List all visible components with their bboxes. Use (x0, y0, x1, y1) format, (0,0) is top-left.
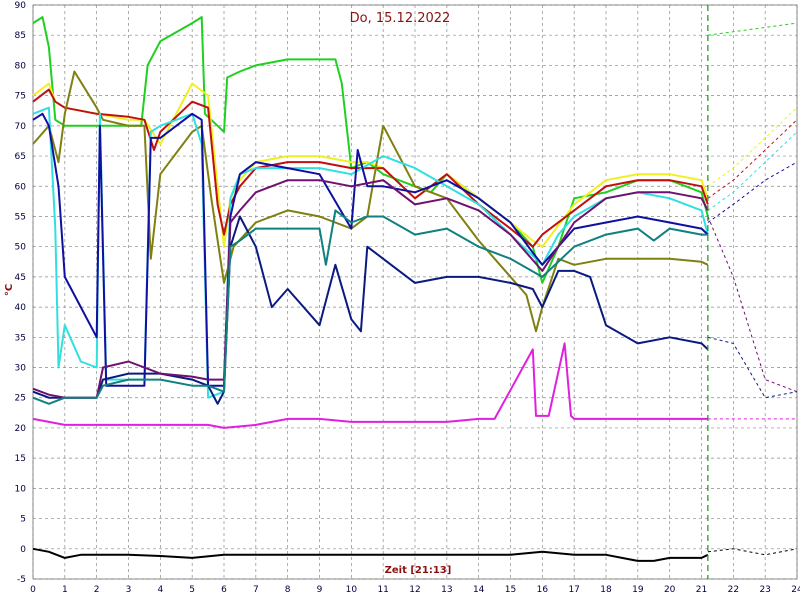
plot-background (0, 0, 800, 600)
temperature-chart: -5051015202530354045505560657075808590 0… (0, 0, 800, 600)
x-tick-label: 20 (664, 585, 676, 595)
y-tick-label: 75 (15, 92, 26, 102)
y-tick-label: 60 (15, 182, 27, 192)
y-tick-label: 90 (15, 1, 27, 11)
x-tick-label: 15 (505, 585, 516, 595)
x-axis-label: Zeit [21:13] (385, 565, 452, 576)
x-tick-label: 14 (473, 585, 485, 595)
y-tick-label: 30 (15, 364, 27, 374)
x-tick-label: 5 (189, 585, 195, 595)
y-tick-label: 40 (15, 303, 27, 313)
x-tick-label: 23 (759, 585, 770, 595)
y-axis-label: °C (4, 284, 15, 296)
x-tick-label: 7 (253, 585, 259, 595)
x-tick-label: 24 (791, 585, 800, 595)
y-tick-label: 25 (15, 394, 26, 404)
x-tick-label: 16 (537, 585, 549, 595)
y-tick-label: 10 (15, 484, 27, 494)
y-tick-label: 85 (15, 31, 26, 41)
y-tick-label: 15 (15, 454, 26, 464)
y-tick-label: 55 (15, 212, 26, 222)
x-tick-label: 10 (346, 585, 358, 595)
y-tick-label: 20 (15, 424, 27, 434)
x-tick-label: 4 (157, 585, 163, 595)
x-tick-label: 1 (62, 585, 68, 595)
y-tick-label: 5 (20, 515, 26, 525)
x-tick-label: 13 (441, 585, 452, 595)
y-tick-label: 50 (15, 243, 27, 253)
y-tick-label: 65 (15, 152, 26, 162)
x-tick-label: 11 (377, 585, 388, 595)
x-tick-label: 21 (696, 585, 707, 595)
x-tick-label: 12 (409, 585, 420, 595)
y-tick-label: 0 (20, 545, 26, 555)
x-tick-label: 2 (94, 585, 100, 595)
y-tick-label: -5 (17, 575, 26, 585)
x-tick-label: 3 (126, 585, 132, 595)
y-tick-label: 70 (15, 122, 27, 132)
x-tick-label: 19 (632, 585, 644, 595)
chart-title: Do, 15.12.2022 (350, 11, 451, 26)
y-tick-label: 80 (15, 61, 27, 71)
x-tick-label: 18 (600, 585, 612, 595)
x-tick-label: 6 (221, 585, 227, 595)
x-tick-label: 17 (568, 585, 579, 595)
x-tick-label: 22 (728, 585, 739, 595)
y-tick-label: 45 (15, 273, 26, 283)
x-tick-label: 9 (317, 585, 323, 595)
x-tick-label: 8 (285, 585, 291, 595)
y-tick-label: 35 (15, 333, 26, 343)
x-tick-label: 0 (30, 585, 36, 595)
